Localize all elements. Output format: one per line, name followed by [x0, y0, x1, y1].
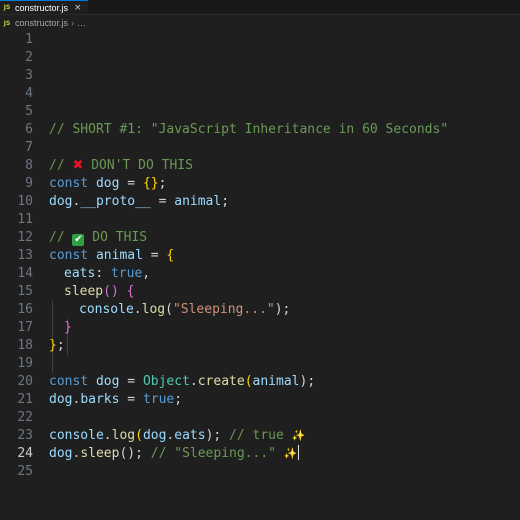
code-text: dog.__proto__ = animal; — [49, 194, 230, 209]
line-number: 3 — [25, 68, 33, 83]
code-line: 4 — [0, 85, 520, 103]
line-number: 23 — [17, 428, 33, 443]
line-number: 4 — [25, 86, 33, 101]
line-number: 8 — [25, 158, 33, 173]
code-text: dog.barks = true; — [49, 392, 183, 407]
code-line: 25 — [0, 463, 520, 481]
code-line: 14 eats: true, — [0, 265, 520, 283]
code-text: console.log(dog.eats); // true ✨ — [49, 428, 306, 443]
code-line: 7 — [0, 139, 520, 157]
line-number: 20 — [17, 374, 33, 389]
code-line: 8 // ✖ DON'T DO THIS — [0, 157, 520, 175]
line-number: 10 — [17, 194, 33, 209]
line-number: 6 — [25, 122, 33, 137]
code-line-active: 24 dog.sleep(); // "Sleeping..." ✨ — [0, 445, 520, 463]
code-text: eats: true, — [64, 266, 151, 281]
code-line: 18 }; — [0, 337, 520, 355]
code-comment: // ✖ DON'T DO THIS — [49, 158, 193, 173]
code-line: 22 — [0, 409, 520, 427]
chevron-right-icon: › — [71, 18, 75, 28]
line-number: 24 — [17, 446, 33, 461]
code-text: const dog = Object.create(animal); — [49, 374, 316, 389]
code-line: 6 // SHORT #1: "JavaScript Inheritance i… — [0, 121, 520, 139]
line-number: 5 — [25, 104, 33, 119]
code-line: 5 — [0, 103, 520, 121]
code-line: 15 sleep() { — [0, 283, 520, 301]
line-number: 25 — [17, 464, 33, 479]
line-number: 22 — [17, 410, 33, 425]
code-text: const animal = { — [49, 248, 175, 263]
line-number: 15 — [17, 284, 33, 299]
breadcrumb: JS constructor.js › … — [0, 15, 520, 31]
line-number: 18 — [17, 338, 33, 353]
code-line: 12 // ✔ DO THIS — [0, 229, 520, 247]
line-number: 19 — [17, 356, 33, 371]
line-number: 2 — [25, 50, 33, 65]
code-line: 1 — [0, 31, 520, 49]
code-line: 17 } — [0, 319, 520, 337]
js-file-icon: JS — [3, 19, 11, 27]
code-line: 10 dog.__proto__ = animal; — [0, 193, 520, 211]
code-line: 11 — [0, 211, 520, 229]
line-number: 11 — [17, 212, 33, 227]
check-mark-icon: ✔ — [72, 234, 85, 246]
line-number: 14 — [17, 266, 33, 281]
code-line: 23 console.log(dog.eats); // true ✨ — [0, 427, 520, 445]
code-line: 13 const animal = { — [0, 247, 520, 265]
line-number: 7 — [25, 140, 33, 155]
code-text: console.log("Sleeping..."); — [79, 302, 291, 317]
sparkles-icon: ✨ — [291, 429, 306, 442]
tab-label: constructor.js — [15, 2, 69, 13]
cross-mark-icon: ✖ — [72, 158, 84, 173]
code-text: sleep() { — [64, 284, 135, 299]
code-line: 20 const dog = Object.create(animal); — [0, 373, 520, 391]
line-number: 9 — [25, 176, 33, 191]
code-text: } — [64, 320, 72, 335]
line-number: 1 — [25, 32, 33, 47]
code-editor[interactable]: 1 2 3 4 5 6 // SHORT #1: "JavaScript Inh… — [0, 31, 520, 481]
breadcrumb-more[interactable]: … — [77, 18, 86, 28]
sparkles-icon: ✨ — [283, 447, 298, 460]
line-number: 21 — [17, 392, 33, 407]
code-line: 16 console.log("Sleeping..."); — [0, 301, 520, 319]
code-text: const dog = {}; — [49, 176, 167, 191]
close-icon[interactable]: × — [74, 3, 82, 13]
code-text: }; — [49, 338, 65, 353]
code-line: 9 const dog = {}; — [0, 175, 520, 193]
code-comment: // ✔ DO THIS — [49, 230, 148, 246]
code-line: 2 — [0, 49, 520, 67]
code-line: 21 dog.barks = true; — [0, 391, 520, 409]
line-number: 16 — [17, 302, 33, 317]
tab-constructor-js[interactable]: JS constructor.js × — [0, 0, 88, 14]
text-cursor — [297, 445, 299, 460]
code-comment: // SHORT #1: "JavaScript Inheritance in … — [49, 122, 449, 137]
breadcrumb-file[interactable]: constructor.js — [15, 18, 68, 28]
tab-bar: JS constructor.js × — [0, 0, 520, 15]
line-number: 17 — [17, 320, 33, 335]
line-number: 12 — [17, 230, 33, 245]
line-number: 13 — [17, 248, 33, 263]
code-line: 19 — [0, 355, 520, 373]
js-file-icon: JS — [3, 4, 11, 11]
code-line: 3 — [0, 67, 520, 85]
code-text: dog.sleep(); // "Sleeping..." ✨ — [49, 445, 299, 461]
